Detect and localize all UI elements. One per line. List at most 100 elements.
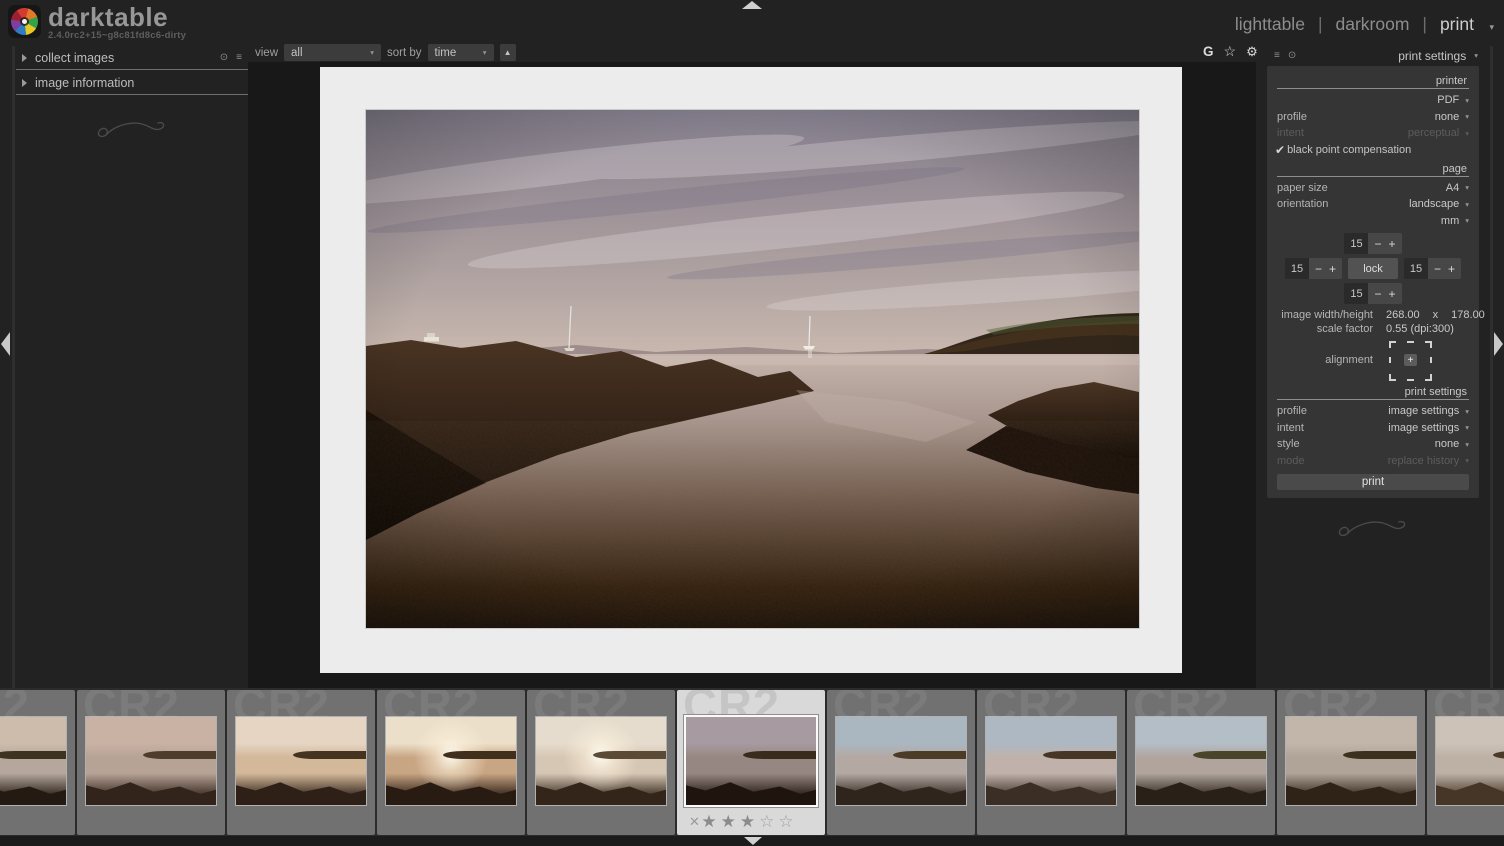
- sort-select[interactable]: time ▾: [428, 44, 494, 61]
- orientation-row: orientation landscape ▾: [1267, 196, 1479, 213]
- minus-icon: −: [1315, 262, 1322, 276]
- align-top-center-button[interactable]: [1404, 339, 1417, 351]
- scale-factor-value: 0.55 (dpi:300): [1386, 323, 1454, 335]
- reject-icon[interactable]: ✕: [689, 814, 700, 830]
- printer-target-select[interactable]: PDF ▾: [1437, 94, 1469, 106]
- presets-menu-icon[interactable]: ≡: [236, 53, 242, 63]
- printer-intent-select: perceptual ▾: [1408, 127, 1469, 139]
- filmstrip-thumbnail[interactable]: CR2: [977, 690, 1125, 835]
- headland-shape: [143, 751, 216, 759]
- sort-ascending-button[interactable]: ▲: [500, 44, 516, 61]
- align-bottom-left-button[interactable]: [1388, 369, 1401, 381]
- plus-icon: +: [1389, 237, 1396, 251]
- headland-shape: [1043, 751, 1116, 759]
- filmstrip-thumbnail[interactable]: CR2: [827, 690, 975, 835]
- filmstrip-thumbnail[interactable]: CR2: [377, 690, 525, 835]
- expand-top-panel-handle[interactable]: [742, 1, 762, 9]
- star-rating[interactable]: ★★★☆☆: [700, 812, 799, 832]
- align-top-left-button[interactable]: [1388, 339, 1401, 351]
- printer-profile-row: profile none ▾: [1267, 109, 1479, 126]
- settings-profile-select[interactable]: image settings ▾: [1388, 405, 1469, 417]
- preferences-gear-button[interactable]: ⚙: [1246, 44, 1258, 60]
- margin-left-spinner[interactable]: 15 −+: [1285, 258, 1342, 279]
- settings-profile-row: profile image settings ▾: [1267, 403, 1479, 420]
- settings-intent-select[interactable]: image settings ▾: [1388, 422, 1469, 434]
- left-panel: collect images ⊙ ≡ image information: [16, 46, 248, 143]
- collapse-bottom-panel-handle[interactable]: [744, 837, 762, 845]
- alignment-row: alignment +: [1267, 339, 1479, 381]
- thumbnail-actions: ✕ ★★★☆☆: [677, 812, 825, 832]
- chevron-down-icon: ▾: [1465, 113, 1469, 121]
- headland-shape: [1343, 751, 1416, 759]
- view-darkroom[interactable]: darkroom: [1335, 14, 1409, 35]
- printer-profile-select[interactable]: none ▾: [1435, 111, 1469, 123]
- margin-right-spinner[interactable]: 15 −+: [1404, 258, 1461, 279]
- right-panel-gutter: [1490, 46, 1493, 688]
- chevron-down-icon: ▾: [1465, 424, 1469, 432]
- thumbnail-photo: [1286, 717, 1416, 805]
- headland-shape: [743, 751, 816, 759]
- panel-title[interactable]: print settings: [1398, 49, 1466, 63]
- paper-size-label: paper size: [1277, 182, 1328, 194]
- orientation-select[interactable]: landscape ▾: [1409, 198, 1469, 210]
- filmstrip-thumbnail[interactable]: CR2: [527, 690, 675, 835]
- view-separator: |: [1422, 14, 1427, 35]
- times-label: x: [1433, 309, 1439, 321]
- view-filter-select[interactable]: all ▾: [284, 44, 381, 61]
- view-filter-value: all: [291, 47, 303, 59]
- filmstrip-thumbnail[interactable]: CR2: [227, 690, 375, 835]
- module-image-information[interactable]: image information: [16, 71, 248, 95]
- right-panel: ≡ ⊙ print settings ▾ printer PDF ▾ profi…: [1264, 46, 1482, 542]
- align-top-right-button[interactable]: [1420, 339, 1433, 351]
- align-bottom-right-button[interactable]: [1420, 369, 1433, 381]
- reset-icon[interactable]: ⊙: [220, 53, 228, 63]
- module-collect-images[interactable]: collect images ⊙ ≡: [16, 46, 248, 70]
- thumbnail-photo: [1136, 717, 1266, 805]
- filmstrip-thumbnail[interactable]: CR2: [1277, 690, 1425, 835]
- rocks-shape: [1136, 779, 1266, 805]
- align-bottom-center-button[interactable]: [1404, 369, 1417, 381]
- rocks-shape: [1286, 779, 1416, 805]
- darktable-window: darktable 2.4.0rc2+15~g8c81fd8c6-dirty l…: [0, 0, 1504, 846]
- view-switcher-caret-icon[interactable]: ▾: [1489, 22, 1494, 33]
- paper-sheet: [320, 67, 1182, 673]
- collapse-right-panel-handle[interactable]: [1494, 332, 1503, 356]
- star-filled-icon[interactable]: ★: [701, 812, 720, 831]
- star-empty-icon[interactable]: ☆: [778, 812, 797, 831]
- darktable-logo-icon: [8, 5, 41, 38]
- grouping-toggle-button[interactable]: G: [1203, 44, 1214, 59]
- star-filled-icon[interactable]: ★: [740, 812, 759, 831]
- app-brand: darktable 2.4.0rc2+15~g8c81fd8c6-dirty: [8, 5, 186, 41]
- filmstrip-thumbnail[interactable]: CR2: [1427, 690, 1504, 835]
- filmstrip-thumbnail[interactable]: CR2: [0, 690, 75, 835]
- black-point-compensation-checkbox[interactable]: ✔ black point compensation: [1267, 142, 1479, 158]
- paper-size-select[interactable]: A4 ▾: [1446, 182, 1469, 194]
- margin-bottom-spinner[interactable]: 15 −+: [1344, 283, 1401, 304]
- filmstrip-thumbnail[interactable]: CR2: [1127, 690, 1275, 835]
- align-middle-left-button[interactable]: [1388, 354, 1401, 366]
- align-middle-right-button[interactable]: [1420, 354, 1433, 366]
- image-width-value: 268.00: [1386, 309, 1420, 321]
- filmstrip-thumbnail[interactable]: CR2 ✕ ★★★☆☆: [677, 690, 825, 835]
- sort-label: sort by: [387, 47, 422, 59]
- rocks-shape: [0, 779, 66, 805]
- chevron-down-icon: ▾: [1465, 217, 1469, 225]
- margin-lock-button[interactable]: lock: [1348, 258, 1398, 279]
- print-button[interactable]: print: [1277, 474, 1469, 490]
- star-empty-icon[interactable]: ☆: [759, 812, 778, 831]
- thumbnail-photo: [686, 717, 816, 805]
- view-print[interactable]: print: [1440, 14, 1474, 35]
- view-lighttable[interactable]: lighttable: [1235, 14, 1305, 35]
- units-select[interactable]: mm ▾: [1441, 215, 1469, 227]
- presets-menu-icon[interactable]: ≡: [1274, 51, 1280, 61]
- settings-style-select[interactable]: none ▾: [1435, 438, 1469, 450]
- scale-factor-label: scale factor: [1277, 323, 1373, 335]
- star-overlay-button[interactable]: ☆: [1224, 43, 1237, 60]
- margin-top-spinner[interactable]: 15 −+: [1344, 233, 1401, 254]
- reset-icon[interactable]: ⊙: [1288, 51, 1296, 61]
- collapse-left-panel-handle[interactable]: [1, 332, 10, 356]
- filmstrip-thumbnail[interactable]: CR2: [77, 690, 225, 835]
- star-filled-icon[interactable]: ★: [721, 812, 740, 831]
- rocks-shape: [236, 779, 366, 805]
- align-center-button[interactable]: +: [1404, 354, 1417, 366]
